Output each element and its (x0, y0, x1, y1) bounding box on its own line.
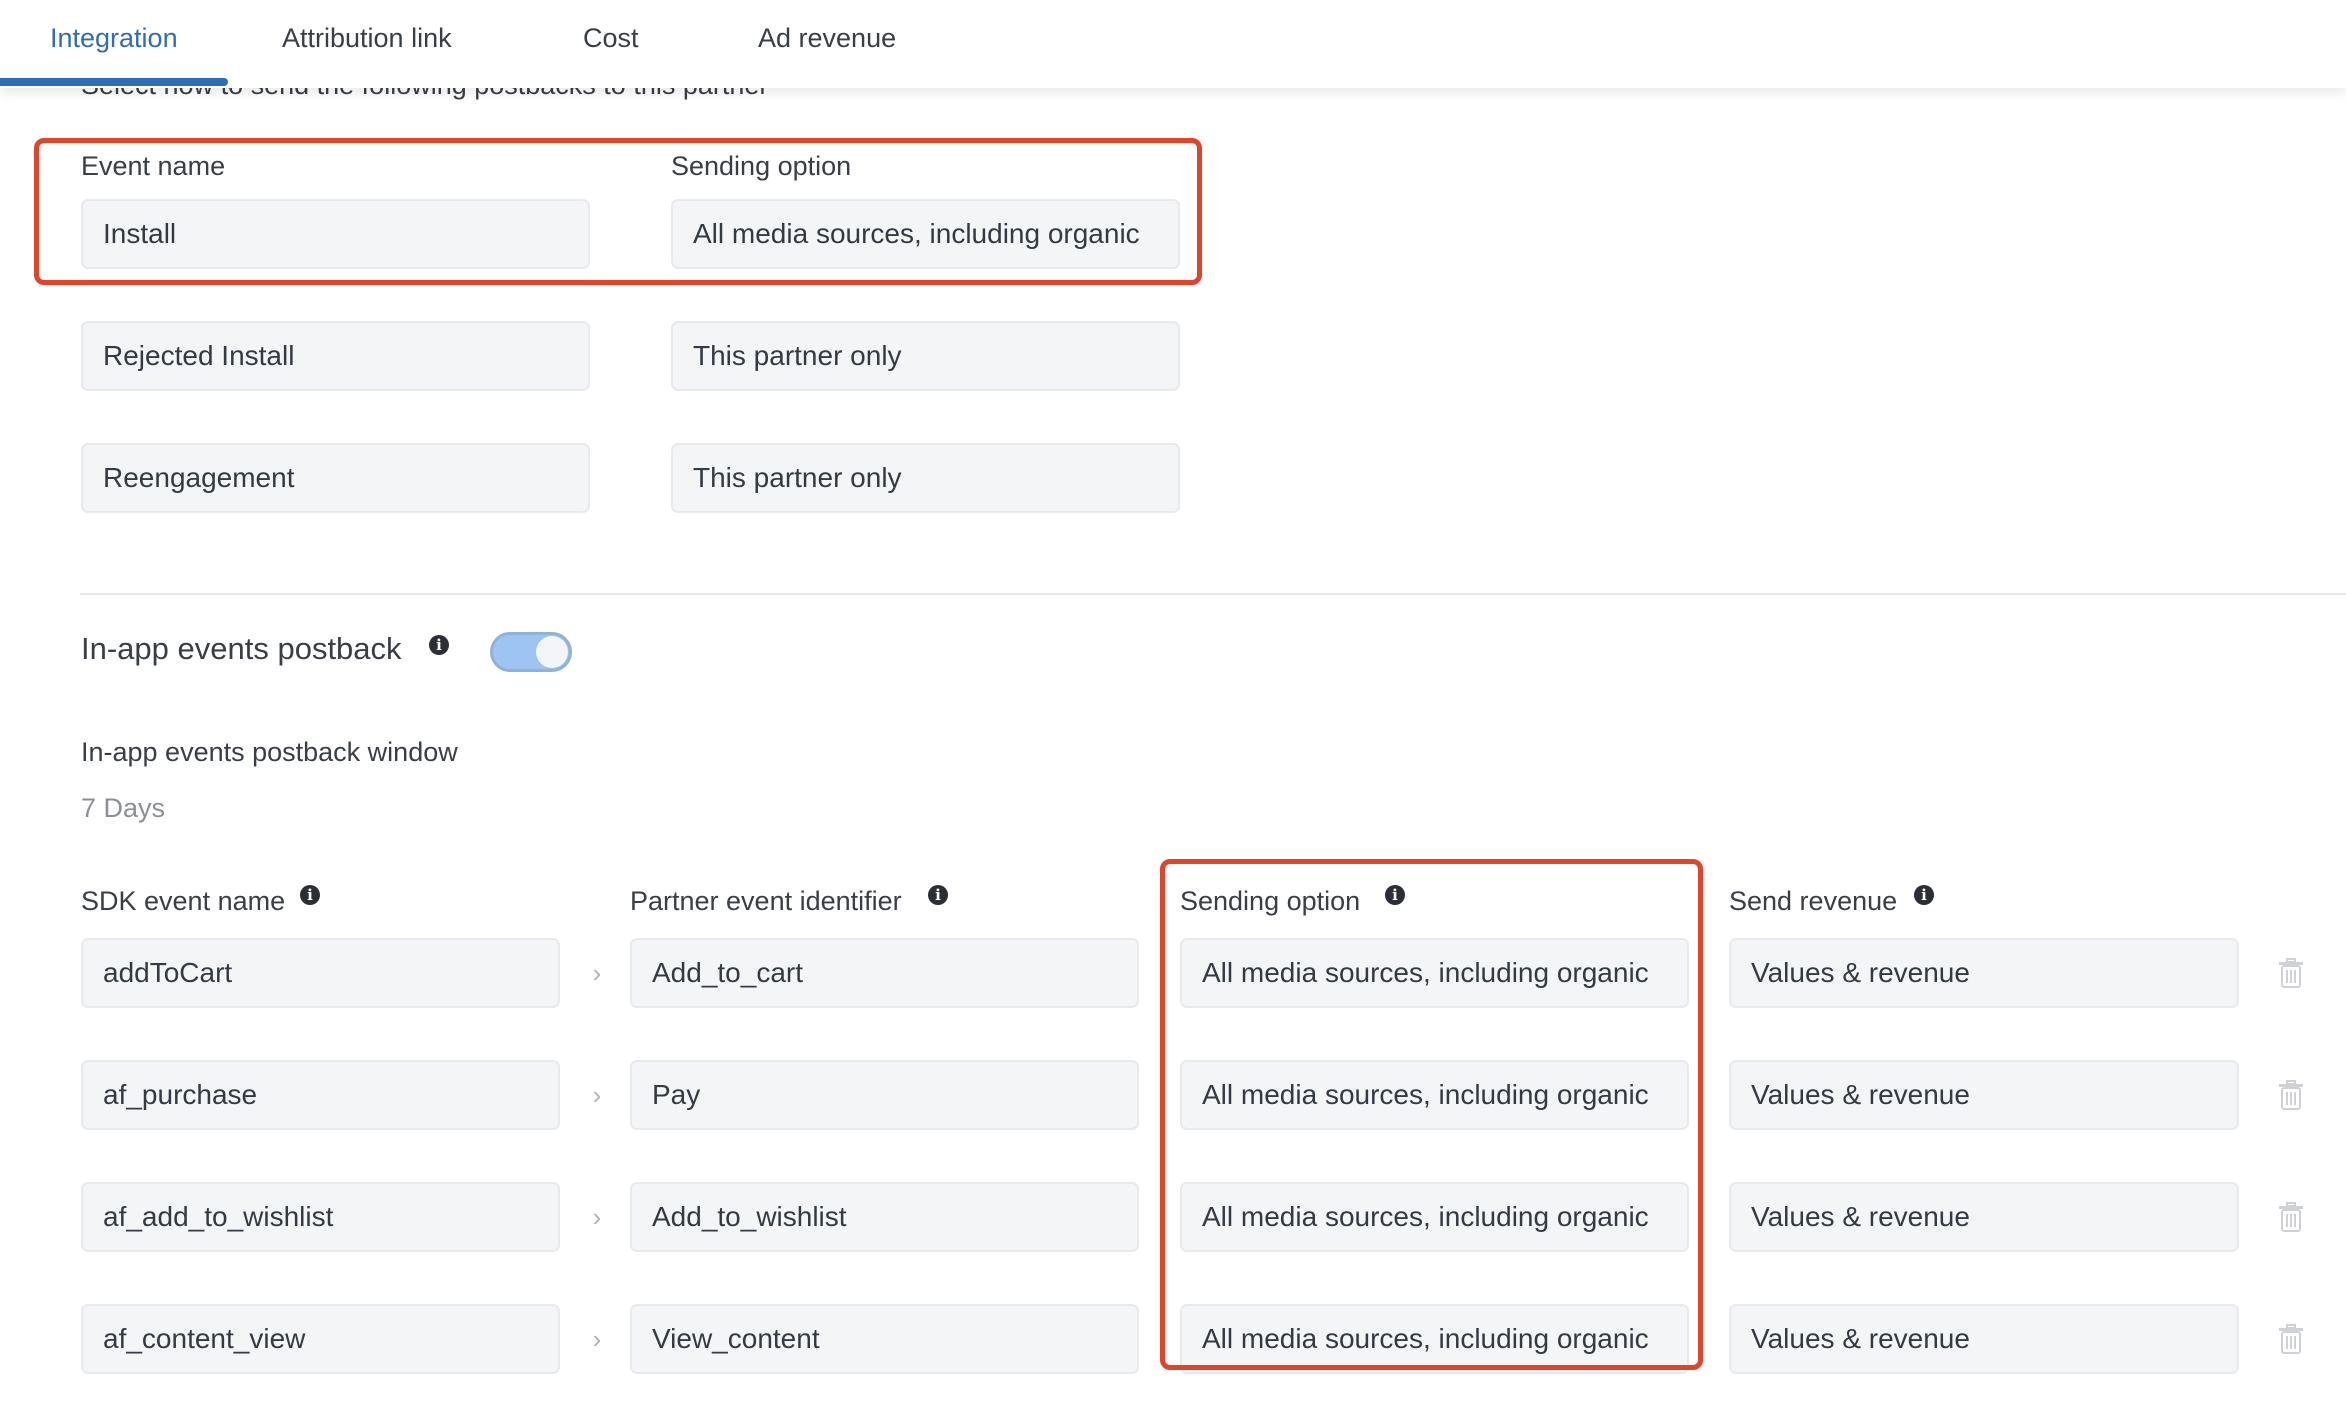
sending-option-header: Sending option (1180, 886, 1361, 916)
chevron-right-icon: › (592, 1202, 602, 1232)
trash-icon[interactable] (2278, 1202, 2304, 1232)
partner-event-field[interactable]: Add_to_wishlist (630, 1182, 1139, 1252)
sending-option-header: Sending option (671, 151, 852, 181)
postback-window-value[interactable]: 7 Days (81, 791, 165, 825)
chevron-right-icon: › (592, 1080, 602, 1110)
section-divider (80, 593, 2346, 595)
sending-option-select[interactable]: All media sources, including organic (1180, 938, 1689, 1008)
sdk-event-field[interactable]: addToCart (81, 938, 560, 1008)
postback-window-label: In-app events postback window (81, 737, 458, 767)
tab-bar: Integration Attribution link Cost Ad rev… (0, 0, 2346, 88)
sending-option-select[interactable]: This partner only (671, 443, 1180, 513)
sdk-event-name-header: SDK event name (81, 886, 286, 916)
event-name-field[interactable]: Install (81, 199, 590, 269)
tab-attribution-link[interactable]: Attribution link (282, 18, 452, 58)
send-revenue-select[interactable]: Values & revenue (1729, 1060, 2239, 1130)
tab-cost[interactable]: Cost (583, 18, 639, 58)
info-icon[interactable]: i (429, 635, 449, 655)
in-app-postback-title: In-app events postback (81, 631, 402, 666)
chevron-right-icon: › (592, 1324, 602, 1354)
sending-option-select[interactable]: All media sources, including organic (1180, 1182, 1689, 1252)
send-revenue-select[interactable]: Values & revenue (1729, 1304, 2239, 1374)
event-name-field[interactable]: Reengagement (81, 443, 590, 513)
trash-icon[interactable] (2278, 1080, 2304, 1110)
info-icon[interactable]: i (300, 885, 320, 905)
partner-event-field[interactable]: Add_to_cart (630, 938, 1139, 1008)
sending-option-select[interactable]: All media sources, including organic (1180, 1304, 1689, 1374)
trash-icon[interactable] (2278, 958, 2304, 988)
tab-integration[interactable]: Integration (50, 18, 178, 58)
info-icon[interactable]: i (1914, 885, 1934, 905)
chevron-right-icon: › (592, 958, 602, 988)
partner-event-field[interactable]: View_content (630, 1304, 1139, 1374)
send-revenue-header: Send revenue (1729, 886, 1898, 916)
toggle-knob (536, 636, 568, 668)
sending-option-select[interactable]: This partner only (671, 321, 1180, 391)
sdk-event-field[interactable]: af_add_to_wishlist (81, 1182, 560, 1252)
trash-icon[interactable] (2278, 1324, 2304, 1354)
active-tab-indicator (0, 78, 228, 86)
sending-option-select[interactable]: All media sources, including organic (671, 199, 1180, 269)
send-revenue-select[interactable]: Values & revenue (1729, 1182, 2239, 1252)
in-app-postback-toggle[interactable] (490, 632, 572, 672)
send-revenue-select[interactable]: Values & revenue (1729, 938, 2239, 1008)
info-icon[interactable]: i (1385, 885, 1405, 905)
sdk-event-field[interactable]: af_content_view (81, 1304, 560, 1374)
sending-option-select[interactable]: All media sources, including organic (1180, 1060, 1689, 1130)
event-name-header: Event name (81, 151, 226, 181)
partner-event-identifier-header: Partner event identifier (630, 886, 902, 916)
partner-event-field[interactable]: Pay (630, 1060, 1139, 1130)
tab-ad-revenue[interactable]: Ad revenue (758, 18, 896, 58)
info-icon[interactable]: i (928, 885, 948, 905)
sdk-event-field[interactable]: af_purchase (81, 1060, 560, 1130)
event-name-field[interactable]: Rejected Install (81, 321, 590, 391)
